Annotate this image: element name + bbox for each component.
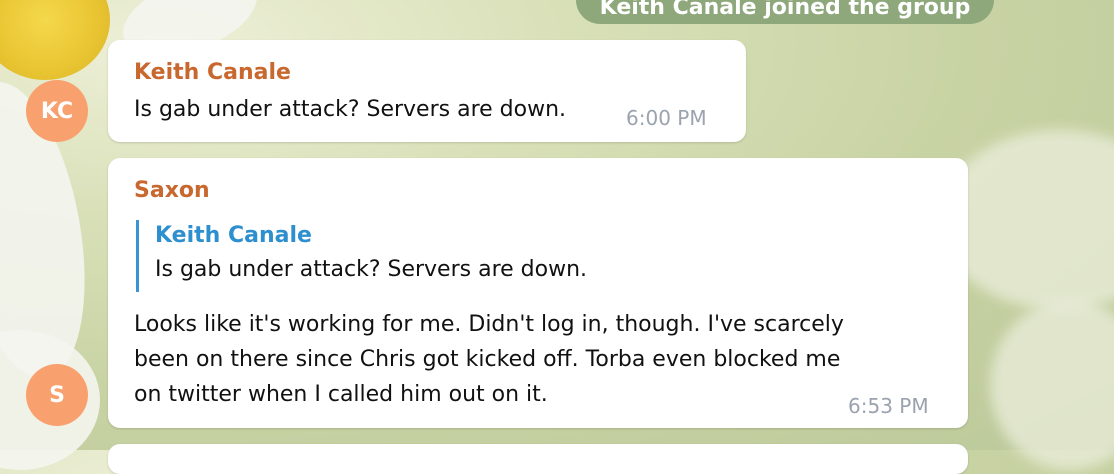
reply-quote[interactable]: Keith Canale Is gab under attack? Server… [136, 220, 587, 292]
message-text: Looks like it's working for me. Didn't l… [134, 307, 844, 412]
message-line: been on there since Chris got kicked off… [134, 347, 841, 372]
message-time: 6:53 PM [848, 394, 929, 418]
avatar[interactable]: S [26, 364, 88, 426]
reply-text: Is gab under attack? Servers are down. [155, 257, 588, 282]
message-line: Looks like it's working for me. Didn't l… [134, 312, 844, 337]
message-bubble[interactable]: Keith Canale Is gab under attack? Server… [108, 40, 746, 142]
message-line: on twitter when I called him out on it. [134, 382, 548, 407]
avatar[interactable]: KC [26, 80, 88, 142]
reply-sender: Keith Canale [155, 223, 312, 248]
message-bubble[interactable]: Saxon Keith Canale Is gab under attack? … [108, 158, 968, 428]
message-time: 6:00 PM [626, 106, 707, 130]
message-bubble[interactable] [108, 444, 968, 474]
message-sender[interactable]: Saxon [134, 178, 210, 203]
message-sender[interactable]: Keith Canale [134, 60, 291, 85]
service-message: Keith Canale joined the group [576, 0, 994, 24]
message-text: Is gab under attack? Servers are down. [134, 97, 567, 122]
